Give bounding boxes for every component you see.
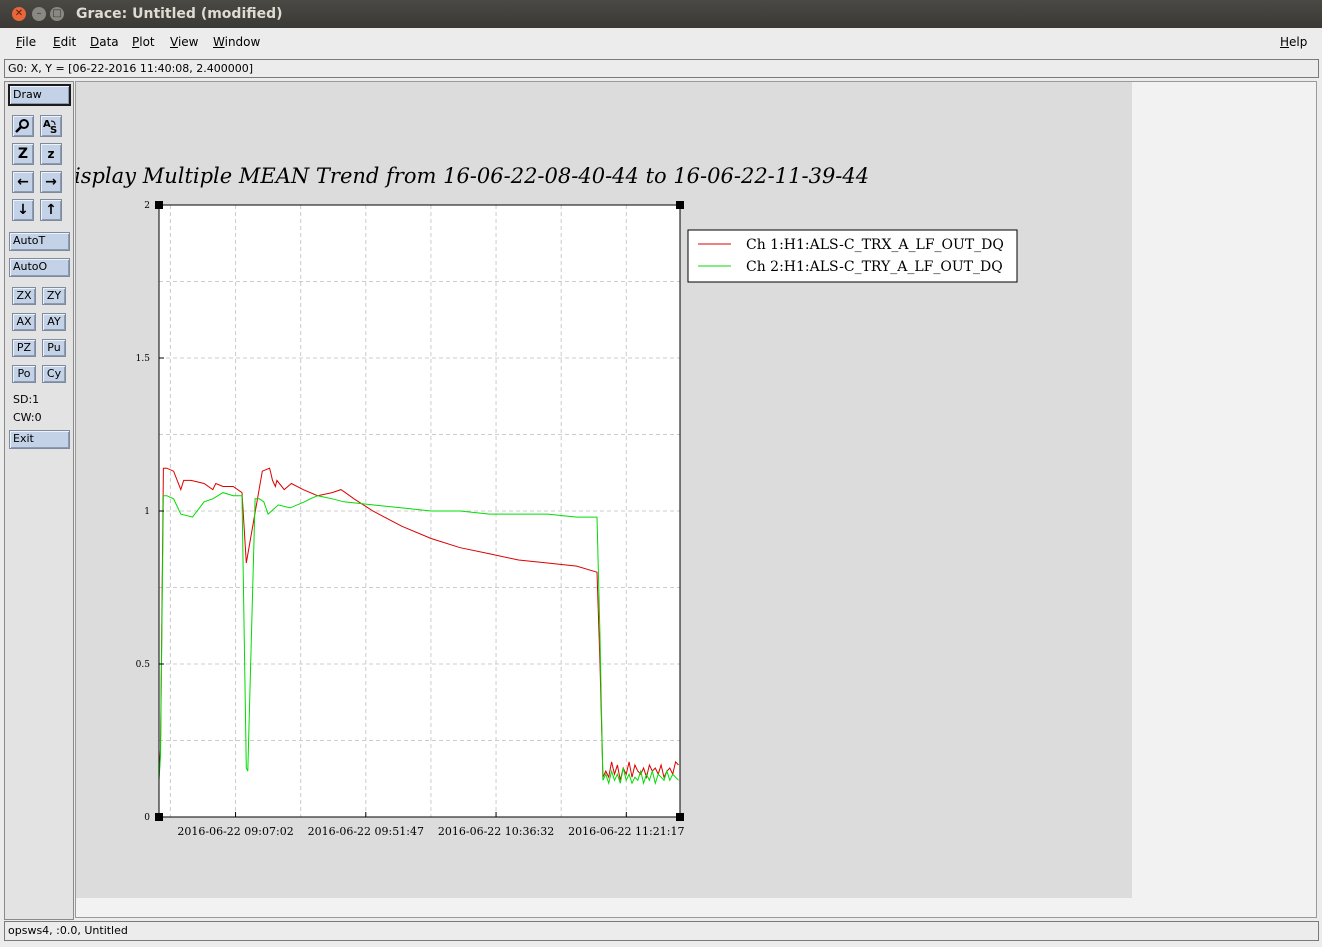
y-tick-label: 1.5 — [136, 354, 151, 364]
current-world-label: CW:0 — [13, 411, 42, 424]
close-window-button[interactable]: ✕ — [12, 7, 26, 21]
autoscale-z-button[interactable]: Z — [12, 143, 34, 165]
stack-depth-label: SD:1 — [13, 393, 40, 406]
status-bar: opsws4, :0.0, Untitled — [4, 921, 1319, 941]
window-titlebar: ✕ – □ Grace: Untitled (modified) — [0, 0, 1322, 28]
drawing-area[interactable]: 0 0.5 1 1.5 2 2016-06-22 09:07:02 2016-06-22 0… — [75, 81, 1317, 918]
exit-button[interactable]: Exit — [9, 430, 70, 449]
chart-svg: 0 0.5 1 1.5 2 2016-06-22 09:07:02 2016-06-22 0… — [76, 164, 1018, 838]
menubar: File Edit Data Plot View Window Help — [0, 28, 1322, 56]
text-button[interactable]: AS — [40, 115, 62, 137]
left-arrow-icon: ← — [17, 174, 29, 190]
autot-button[interactable]: AutoT — [9, 232, 70, 251]
zoom-button[interactable] — [12, 115, 34, 137]
pz-button[interactable]: PZ — [12, 339, 36, 357]
selection-handle — [676, 201, 684, 209]
ay-button[interactable]: AY — [42, 313, 66, 331]
menu-file[interactable]: File — [16, 35, 36, 49]
menu-plot[interactable]: Plot — [132, 35, 155, 49]
x-tick-label: 2016-06-22 10:36:32 — [438, 825, 554, 838]
legend-label-2: Ch 2:H1:ALS-C_TRY_A_LF_OUT_DQ — [746, 259, 1003, 275]
y-tick-label: 0.5 — [136, 660, 151, 670]
selection-handle — [676, 813, 684, 821]
cy-button[interactable]: Cy — [42, 365, 66, 383]
pu-button[interactable]: Pu — [42, 339, 66, 357]
maximize-window-button[interactable]: □ — [50, 7, 64, 21]
y-tick-label: 1 — [144, 507, 150, 517]
scroll-up-button[interactable]: ↑ — [40, 199, 62, 221]
locator-readout: G0: X, Y = [06-22-2016 11:40:08, 2.40000… — [4, 59, 1319, 78]
y-tick-label: 2 — [144, 201, 150, 211]
minimize-window-button[interactable]: – — [32, 7, 46, 21]
text-icon: AS — [43, 119, 57, 136]
ax-button[interactable]: AX — [12, 313, 36, 331]
menu-edit[interactable]: Edit — [53, 35, 76, 49]
down-arrow-icon: ↓ — [17, 202, 29, 218]
legend-label-1: Ch 1:H1:ALS-C_TRX_A_LF_OUT_DQ — [746, 237, 1004, 253]
zoom-z-icon: z — [47, 147, 55, 161]
up-arrow-icon: ↑ — [45, 202, 57, 218]
y-tick-label: 0 — [144, 813, 150, 823]
x-tick-label: 2016-06-22 09:51:47 — [308, 825, 424, 838]
autoo-button[interactable]: AutoO — [9, 258, 70, 277]
x-tick-label: 2016-06-22 11:21:17 — [568, 825, 684, 838]
menu-data[interactable]: Data — [90, 35, 119, 49]
chart-title: isplay Multiple MEAN Trend from 16-06-22… — [76, 164, 869, 188]
svg-text:S: S — [50, 125, 57, 136]
tool-panel: Draw AS Z z ← → ↓ ↑ AutoT AutoO ZX ZY AX… — [4, 81, 74, 920]
zoom-z-button[interactable]: z — [40, 143, 62, 165]
x-tick-label: 2016-06-22 09:07:02 — [177, 825, 293, 838]
scroll-left-button[interactable]: ← — [12, 171, 34, 193]
autoscale-z-icon: Z — [17, 146, 29, 162]
plot-canvas: 0 0.5 1 1.5 2 2016-06-22 09:07:02 2016-06-22 0… — [76, 82, 1132, 898]
window-title: Grace: Untitled (modified) — [76, 6, 283, 22]
draw-button[interactable]: Draw — [8, 84, 71, 106]
menu-window[interactable]: Window — [213, 35, 260, 49]
menu-view[interactable]: View — [170, 35, 198, 49]
po-button[interactable]: Po — [12, 365, 36, 383]
zy-button[interactable]: ZY — [42, 287, 66, 305]
scroll-down-button[interactable]: ↓ — [12, 199, 34, 221]
right-arrow-icon: → — [45, 174, 57, 190]
menu-help[interactable]: Help — [1280, 35, 1307, 49]
zoom-icon — [15, 119, 29, 133]
zx-button[interactable]: ZX — [12, 287, 36, 305]
scroll-right-button[interactable]: → — [40, 171, 62, 193]
